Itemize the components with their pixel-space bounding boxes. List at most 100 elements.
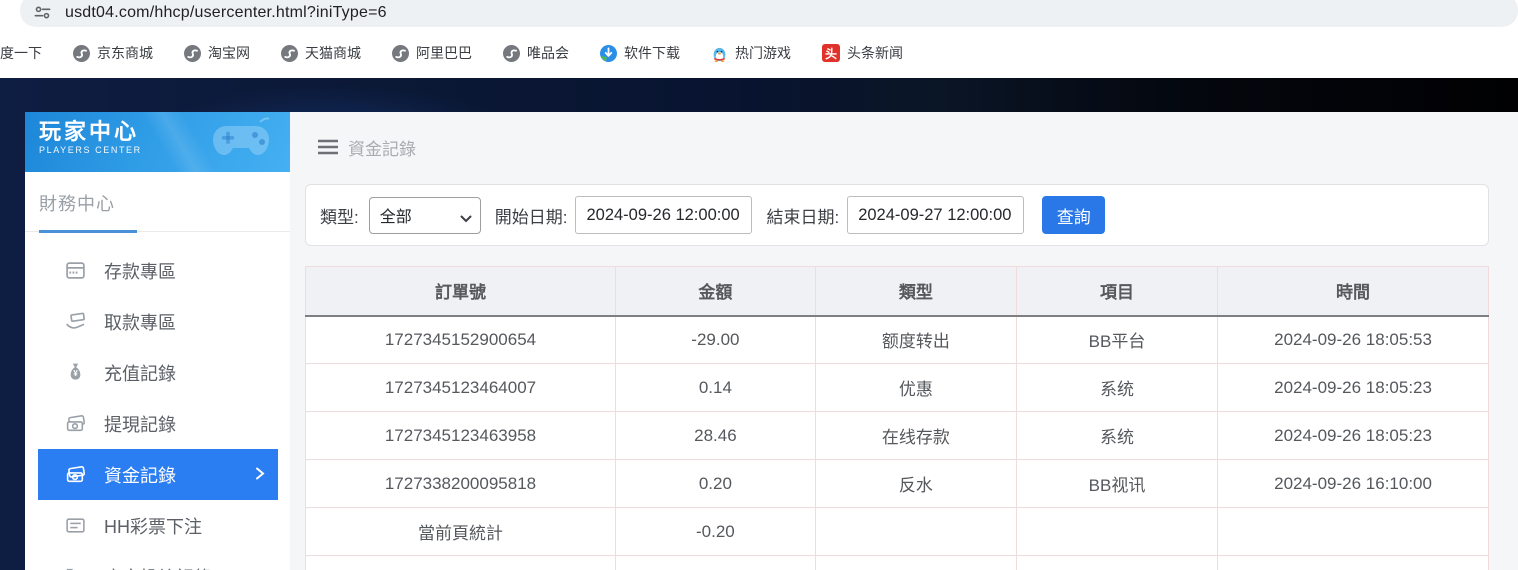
table-row: 1727345123463958 28.46 在线存款 系统 2024-09-2…	[306, 412, 1489, 460]
table-row-clipped	[306, 556, 1489, 570]
sidebar-item-cashout-records[interactable]: 提現記錄	[38, 398, 278, 449]
cell-time: 2024-09-26 18:05:53	[1218, 316, 1489, 364]
cell-amount: -29.00	[615, 316, 815, 364]
gamepad-icon	[208, 116, 278, 167]
page-title-row: 資金記錄	[305, 132, 1489, 162]
cell-order-no: 1727345123464007	[306, 364, 616, 412]
filter-panel: 類型: 全部 開始日期: 結束日期: 查詢	[305, 184, 1489, 246]
bookmark-hot-games[interactable]: 热门游戏	[711, 43, 791, 63]
lottery-bet-icon	[65, 515, 86, 536]
page-background: 玩家中心 PLAYERS CENTER 財務中心	[0, 78, 1518, 570]
cell-time: 2024-09-26 18:05:23	[1218, 364, 1489, 412]
globe-icon	[503, 45, 520, 62]
sidebar-menu: 存款專區 取款專區	[25, 233, 290, 570]
funds-record-icon	[65, 464, 86, 485]
browser-chrome: usdt04.com/hhcp/usercenter.html?iniType=…	[0, 0, 1518, 78]
type-filter-label: 類型:	[320, 203, 359, 228]
toutiao-icon: 头	[822, 44, 840, 62]
sidebar-item-label: 魔宷投註記錄	[104, 564, 212, 570]
section-divider	[25, 230, 290, 233]
download-icon	[600, 45, 617, 62]
bookmark-taobao[interactable]: 淘宝网	[184, 43, 250, 63]
bookmark-software-download[interactable]: 软件下载	[600, 43, 680, 63]
query-button[interactable]: 查詢	[1042, 196, 1105, 234]
cell-type: 反水	[815, 460, 1016, 508]
cell-empty	[1016, 508, 1217, 556]
bookmark-toutiao-news[interactable]: 头 头条新闻	[822, 43, 903, 63]
end-date-input[interactable]	[847, 196, 1024, 234]
sidebar-item-bet-records[interactable]: 魔宷投註記錄	[38, 551, 278, 570]
cell-empty	[815, 508, 1016, 556]
sidebar-header: 玩家中心 PLAYERS CENTER	[25, 112, 290, 172]
column-header-project: 項目	[1016, 267, 1217, 316]
bookmark-label: 头条新闻	[847, 43, 903, 63]
type-select[interactable]: 全部	[369, 197, 481, 234]
bookmark-label: 唯品会	[527, 43, 569, 63]
page-title: 資金記錄	[348, 135, 416, 160]
fund-records-table: 訂單號 金額 類型 項目 時間 1727345152900654 -29.00 …	[305, 266, 1489, 570]
cell-amount: 0.14	[615, 364, 815, 412]
bookmarks-bar: 度一下 京东商城 淘宝网 天猫商城 阿里巴巴	[0, 28, 1518, 78]
sidebar-item-recharge-records[interactable]: ¥ 充值記錄	[38, 347, 278, 398]
cell-order-no: 1727338200095818	[306, 460, 616, 508]
cell-summary-label: 當前頁統計	[306, 508, 616, 556]
cashout-record-icon	[65, 413, 86, 434]
start-date-input[interactable]	[575, 196, 752, 234]
sidebar-item-fund-records[interactable]: 資金記錄	[38, 449, 278, 500]
column-header-amount: 金額	[615, 267, 815, 316]
bookmark-label: 京东商城	[97, 43, 153, 63]
svg-text:¥: ¥	[73, 369, 78, 378]
bookmark-vip[interactable]: 唯品会	[503, 43, 569, 63]
globe-icon	[73, 45, 90, 62]
table-header-row: 訂單號 金額 類型 項目 時間	[306, 267, 1489, 316]
bookmark-jd[interactable]: 京东商城	[73, 43, 153, 63]
address-bar[interactable]: usdt04.com/hhcp/usercenter.html?iniType=…	[20, 0, 1518, 27]
cell-project: 系统	[1016, 364, 1217, 412]
cell-type: 优惠	[815, 364, 1016, 412]
cell-empty	[306, 556, 616, 570]
bookmark-label: 度一下	[0, 43, 42, 63]
bookmark-label: 淘宝网	[208, 43, 250, 63]
cell-type: 额度转出	[815, 316, 1016, 364]
sidebar-item-deposit[interactable]: 存款專區	[38, 245, 278, 296]
bookmark-alibaba[interactable]: 阿里巴巴	[392, 43, 472, 63]
menu-toggle-icon[interactable]	[318, 139, 338, 155]
bookmark-tmall[interactable]: 天猫商城	[281, 43, 361, 63]
bookmark-label: 软件下载	[624, 43, 680, 63]
table-row: 1727345152900654 -29.00 额度转出 BB平台 2024-0…	[306, 316, 1489, 364]
main-content: 資金記錄 類型: 全部 開始日期: 結束日期: 查詢	[290, 112, 1518, 570]
cell-empty	[815, 556, 1016, 570]
cell-amount: 0.20	[615, 460, 815, 508]
sidebar-item-hh-lottery-bets[interactable]: HH彩票下注	[38, 500, 278, 551]
site-settings-icon[interactable]	[33, 3, 52, 22]
end-date-label: 結束日期:	[766, 203, 839, 228]
type-select-value: 全部	[380, 203, 412, 227]
sidebar-item-label: 提現記錄	[104, 411, 176, 437]
cell-order-no: 1727345152900654	[306, 316, 616, 364]
globe-icon	[184, 45, 201, 62]
bookmark-baidu[interactable]: 度一下	[0, 43, 42, 63]
sidebar: 玩家中心 PLAYERS CENTER 財務中心	[25, 112, 290, 570]
globe-icon	[281, 45, 298, 62]
chevron-down-icon	[460, 210, 472, 228]
sidebar-item-withdraw[interactable]: 取款專區	[38, 296, 278, 347]
chevron-right-icon	[255, 464, 265, 485]
cell-amount: 28.46	[615, 412, 815, 460]
cell-summary-amount: -0.20	[615, 508, 815, 556]
cell-empty	[615, 556, 815, 570]
finance-center-section-label: 財務中心	[25, 172, 290, 216]
sidebar-item-label: HH彩票下注	[104, 513, 202, 539]
cell-project: BB视讯	[1016, 460, 1217, 508]
bookmark-label: 天猫商城	[305, 43, 361, 63]
penguin-icon	[711, 45, 728, 62]
address-bar-row: usdt04.com/hhcp/usercenter.html?iniType=…	[0, 0, 1518, 28]
withdraw-icon	[65, 311, 86, 332]
globe-icon	[392, 45, 409, 62]
column-header-order-no: 訂單號	[306, 267, 616, 316]
deposit-icon	[65, 260, 86, 281]
cell-empty	[1016, 556, 1217, 570]
table-summary-row: 當前頁統計 -0.20	[306, 508, 1489, 556]
url-text[interactable]: usdt04.com/hhcp/usercenter.html?iniType=…	[65, 4, 387, 22]
bookmark-label: 阿里巴巴	[416, 43, 472, 63]
sidebar-item-label: 資金記錄	[104, 462, 176, 488]
